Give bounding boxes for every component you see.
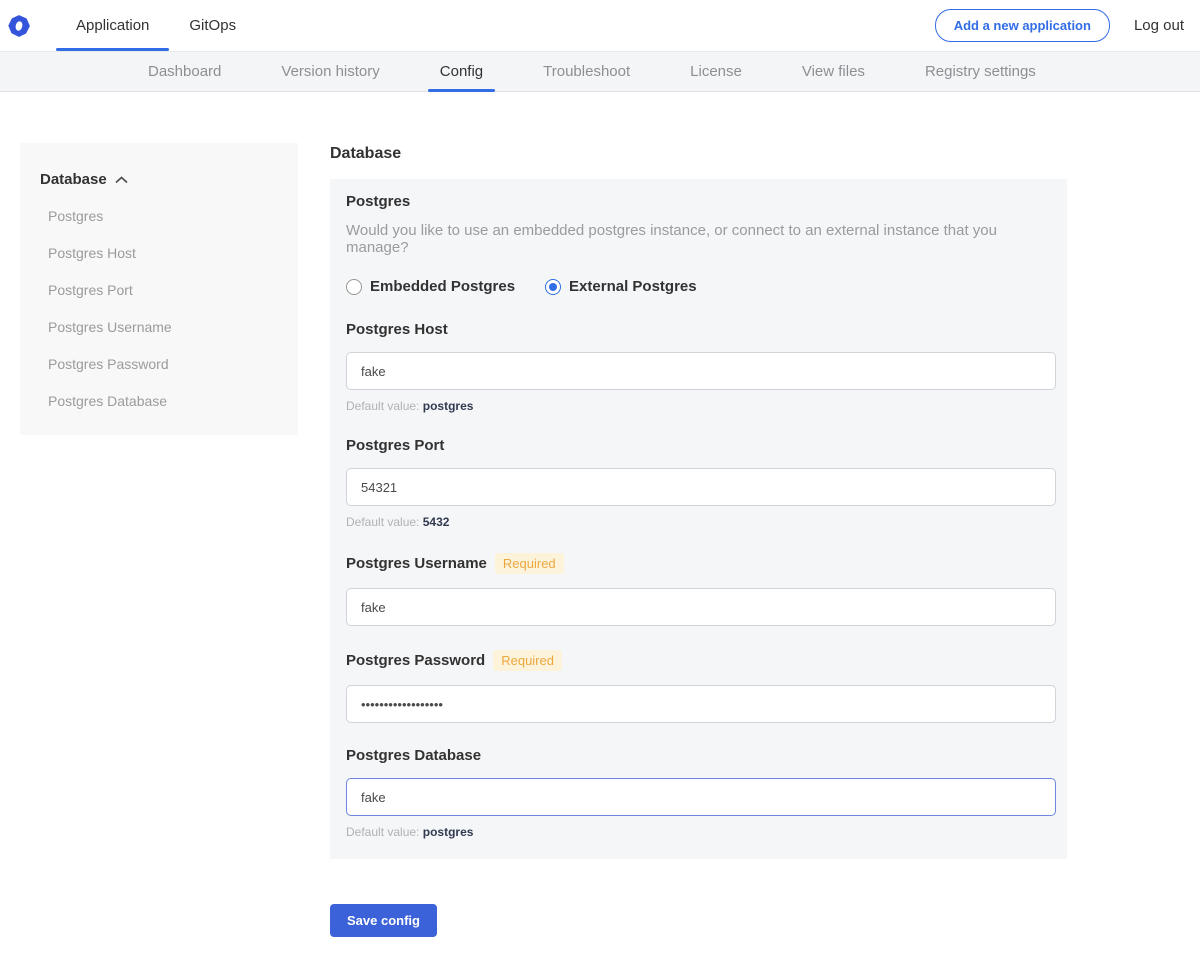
field-postgres-username: Postgres Username Required [346,553,1056,626]
field-label: Postgres Host [346,321,448,338]
subnav-registry-settings[interactable]: Registry settings [913,52,1048,91]
field-default-hint: Default value: postgres [346,825,1056,839]
field-label-row: Postgres Port [346,437,1056,454]
radio-circle-icon [346,279,362,295]
default-label: Default value: [346,399,419,413]
content-area: Database Postgres Postgres Host Postgres… [0,143,1200,954]
required-badge: Required [495,553,564,574]
tab-application-label: Application [76,17,149,34]
sidebar-item-postgres-username[interactable]: Postgres Username [40,319,278,335]
sidebar-item-postgres[interactable]: Postgres [40,208,278,224]
subnav-troubleshoot[interactable]: Troubleshoot [531,52,642,91]
app-sub-navigation: Dashboard Version history Config Trouble… [0,52,1200,92]
default-value: postgres [423,825,474,839]
sidebar-group-label: Database [40,171,107,188]
tab-gitops[interactable]: GitOps [169,0,256,51]
required-badge: Required [493,650,562,671]
app-logo[interactable] [8,0,30,51]
logo-icon [8,15,30,37]
sidebar-group-database[interactable]: Database [40,171,278,188]
field-label-row: Postgres Host [346,321,1056,338]
default-value: 5432 [423,515,450,529]
field-label-row: Postgres Password Required [346,650,1056,671]
config-group-card: Postgres Would you like to use an embedd… [330,179,1067,859]
config-groups-sidebar: Database Postgres Postgres Host Postgres… [20,143,298,435]
radio-external-postgres-label: External Postgres [569,278,697,295]
radio-embedded-postgres[interactable]: Embedded Postgres [346,278,515,295]
postgres-port-input[interactable] [346,468,1056,506]
save-config-button[interactable]: Save config [330,904,437,937]
field-postgres-host: Postgres Host Default value: postgres [346,321,1056,413]
postgres-username-input[interactable] [346,588,1056,626]
add-new-application-button[interactable]: Add a new application [935,9,1110,42]
top-navigation-bar: Application GitOps Add a new application… [0,0,1200,52]
subnav-version-history[interactable]: Version history [269,52,391,91]
field-default-hint: Default value: 5432 [346,515,1056,529]
sidebar-item-postgres-host[interactable]: Postgres Host [40,245,278,261]
config-item-help-text: Would you like to use an embedded postgr… [346,222,1056,256]
config-item-title: Postgres [346,193,1056,210]
page-title: Database [330,145,1067,163]
config-main-panel: Database Postgres Would you like to use … [330,143,1067,954]
sidebar-item-postgres-port[interactable]: Postgres Port [40,282,278,298]
field-default-hint: Default value: postgres [346,399,1056,413]
tab-application[interactable]: Application [56,0,169,51]
field-postgres-port: Postgres Port Default value: 5432 [346,437,1056,529]
field-label-row: Postgres Username Required [346,553,1056,574]
postgres-type-radio-group: Embedded Postgres External Postgres [346,278,1056,295]
default-label: Default value: [346,515,419,529]
field-postgres-database: Postgres Database Default value: postgre… [346,747,1056,839]
topnav-spacer [256,0,935,51]
subnav-license[interactable]: License [678,52,754,91]
top-tabs: Application GitOps [56,0,256,51]
field-label: Postgres Database [346,747,481,764]
radio-embedded-postgres-label: Embedded Postgres [370,278,515,295]
field-label: Postgres Password [346,652,485,669]
subnav-dashboard[interactable]: Dashboard [136,52,233,91]
sidebar-item-postgres-password[interactable]: Postgres Password [40,356,278,372]
subnav-view-files[interactable]: View files [790,52,877,91]
postgres-password-input[interactable] [346,685,1056,723]
radio-circle-icon [545,279,561,295]
field-label-row: Postgres Database [346,747,1056,764]
log-out-link[interactable]: Log out [1134,17,1184,34]
topnav-right: Add a new application Log out [935,0,1200,51]
sidebar-item-postgres-database[interactable]: Postgres Database [40,393,278,409]
field-label: Postgres Port [346,437,444,454]
postgres-database-input[interactable] [346,778,1056,816]
tab-gitops-label: GitOps [189,17,236,34]
radio-external-postgres[interactable]: External Postgres [545,278,697,295]
default-value: postgres [423,399,474,413]
chevron-up-icon [115,176,128,184]
field-label: Postgres Username [346,555,487,572]
subnav-config[interactable]: Config [428,52,495,91]
postgres-host-input[interactable] [346,352,1056,390]
field-postgres-password: Postgres Password Required [346,650,1056,723]
default-label: Default value: [346,825,419,839]
